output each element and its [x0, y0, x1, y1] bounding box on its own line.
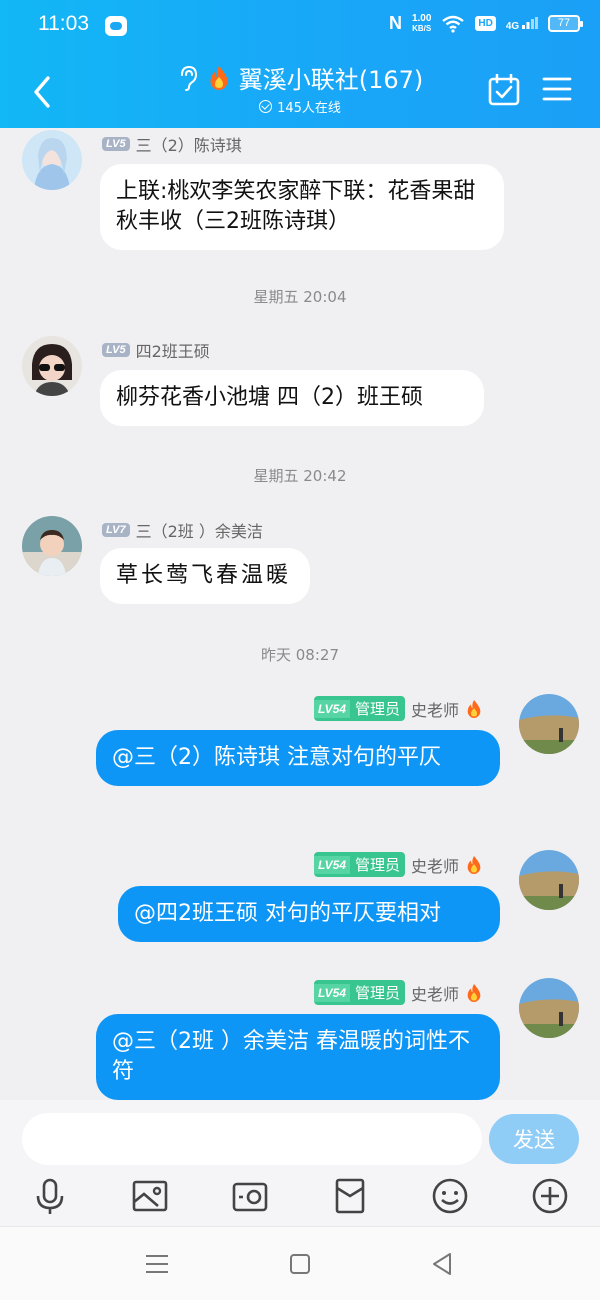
wifi-icon	[442, 15, 465, 33]
hd-badge: HD	[475, 16, 496, 31]
sender-row: LV5 四2班王硕	[102, 338, 210, 362]
network-speed-unit: KB/S	[412, 23, 432, 33]
admin-badge: LV54 管理员	[314, 980, 406, 1005]
role-label: 管理员	[355, 856, 401, 874]
level-badge: LV5	[102, 137, 130, 151]
back-nav-icon[interactable]	[428, 1249, 458, 1279]
network-speed-value: 1.00	[411, 12, 432, 24]
red-packet-icon[interactable]	[328, 1174, 372, 1218]
message-bubble[interactable]: 草长莺飞春温暖	[100, 548, 310, 604]
calendar-icon[interactable]	[488, 74, 520, 106]
avatar[interactable]	[22, 130, 82, 190]
timestamp: 昨天 08:27	[261, 646, 339, 664]
header: 11:03 N 1.00 KB/S HD 4G 77 翼溪小联社(167) 14…	[0, 0, 600, 128]
status-bar: 11:03 N 1.00 KB/S HD 4G 77	[0, 0, 600, 54]
fire-icon	[467, 983, 481, 1002]
input-bar: 发送	[0, 1100, 600, 1226]
notification-app-icon	[105, 16, 127, 36]
chat-title: 翼溪小联社(167)	[238, 66, 424, 94]
online-check-icon	[259, 100, 273, 113]
emoji-icon[interactable]	[428, 1174, 472, 1218]
chat-title-area[interactable]: 翼溪小联社(167) 145人在线	[140, 60, 460, 116]
sender-row: LV54 管理员 史老师	[314, 852, 483, 877]
avatar[interactable]	[22, 516, 82, 576]
plus-icon[interactable]	[528, 1174, 572, 1218]
send-button[interactable]: 发送	[489, 1114, 579, 1164]
admin-badge: LV54 管理员	[314, 852, 406, 877]
menu-nav-icon[interactable]	[142, 1249, 172, 1279]
menu-icon[interactable]	[542, 76, 572, 102]
message-bubble[interactable]: @三（2）陈诗琪 注意对句的平仄	[96, 730, 500, 786]
sender-name: 三（2班 ）余美洁	[135, 522, 263, 541]
message-bubble[interactable]: @三（2班 ）余美洁 春温暖的词性不符	[96, 1014, 500, 1100]
signal-4g: 4G	[505, 16, 538, 32]
back-icon[interactable]	[26, 72, 60, 112]
sender-row: LV7 三（2班 ）余美洁	[102, 518, 263, 542]
ear-icon[interactable]	[177, 65, 199, 91]
toolbar	[0, 1174, 600, 1220]
sender-name: 史老师	[411, 984, 460, 1004]
message-bubble[interactable]: @四2班王硕 对句的平仄要相对	[118, 886, 500, 942]
status-time: 11:03	[38, 12, 89, 35]
role-label: 管理员	[355, 700, 401, 718]
message-input[interactable]	[22, 1113, 482, 1165]
sender-name: 史老师	[411, 856, 460, 876]
image-icon[interactable]	[128, 1174, 172, 1218]
sender-name: 三（2）陈诗琪	[135, 136, 242, 155]
fire-icon	[467, 699, 481, 718]
message-bubble[interactable]: 上联:桃欢李笑农家醉下联：花香果甜秋丰收（三2班陈诗琪）	[100, 164, 504, 250]
timestamp: 星期五 20:42	[253, 467, 347, 485]
avatar[interactable]	[519, 978, 579, 1038]
avatar[interactable]	[519, 694, 579, 754]
fire-icon	[467, 855, 481, 874]
sender-row: LV54 管理员 史老师	[314, 696, 483, 721]
online-count-row: 145人在线	[140, 97, 460, 116]
message-bubble[interactable]: 柳芬花香小池塘 四（2）班王硕	[100, 370, 484, 426]
avatar[interactable]	[22, 336, 82, 396]
timestamp: 星期五 20:04	[253, 288, 347, 306]
battery-indicator: 77	[548, 15, 583, 32]
home-nav-icon[interactable]	[285, 1249, 315, 1279]
network-speed: 1.00 KB/S	[411, 12, 432, 34]
level-badge: LV7	[102, 523, 130, 537]
fire-icon	[210, 65, 228, 90]
title-bar: 翼溪小联社(167) 145人在线	[0, 54, 600, 128]
level-badge: LV54	[314, 855, 351, 874]
level-badge: LV5	[102, 343, 130, 357]
system-nav-bar	[0, 1226, 600, 1300]
role-label: 管理员	[355, 984, 401, 1002]
signal-4g-label: 4G	[505, 20, 520, 32]
microphone-icon[interactable]	[28, 1174, 72, 1218]
sender-row: LV5 三（2）陈诗琪	[102, 132, 242, 156]
level-badge: LV54	[314, 699, 351, 718]
admin-badge: LV54 管理员	[314, 696, 406, 721]
sender-name: 四2班王硕	[135, 342, 210, 361]
nfc-icon: N	[388, 13, 402, 33]
sender-name: 史老师	[411, 700, 460, 720]
level-badge: LV54	[314, 983, 351, 1002]
camera-icon[interactable]	[228, 1174, 272, 1218]
online-count: 145人在线	[277, 101, 341, 116]
status-indicators: N 1.00 KB/S HD 4G 77	[388, 12, 583, 34]
sender-row: LV54 管理员 史老师	[314, 980, 483, 1005]
avatar[interactable]	[519, 850, 579, 910]
signal-bars-icon	[522, 16, 538, 29]
chat-message-list[interactable]: LV5 三（2）陈诗琪 上联:桃欢李笑农家醉下联：花香果甜秋丰收（三2班陈诗琪）…	[0, 128, 600, 1100]
